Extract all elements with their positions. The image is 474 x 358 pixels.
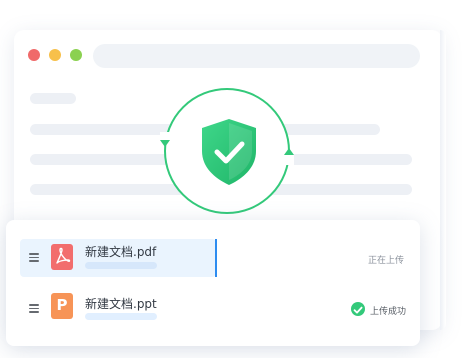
- sync-arrow-up-icon: [284, 148, 294, 155]
- drag-handle-icon[interactable]: [29, 253, 39, 262]
- progress-indicator: [215, 239, 217, 277]
- minimize-dot[interactable]: [49, 49, 61, 61]
- maximize-dot[interactable]: [70, 49, 82, 61]
- skeleton-line: [30, 93, 76, 104]
- file-meta-placeholder: [85, 262, 157, 269]
- window-edge: [440, 30, 446, 330]
- file-meta-placeholder: [85, 313, 157, 320]
- close-dot[interactable]: [28, 49, 40, 61]
- address-bar[interactable]: [93, 44, 420, 68]
- file-name[interactable]: 新建文档.ppt: [85, 295, 157, 312]
- pdf-file-icon: [51, 244, 73, 270]
- shield-check-icon: [202, 119, 256, 185]
- drag-handle-icon[interactable]: [29, 304, 39, 313]
- ppt-file-icon: P: [51, 293, 73, 319]
- file-name[interactable]: 新建文档.pdf: [85, 243, 156, 260]
- sync-arrow-down-icon: [160, 140, 170, 147]
- success-check-icon: [351, 302, 365, 316]
- upload-status: 正在上传: [368, 256, 405, 266]
- upload-status: 上传成功: [370, 307, 407, 317]
